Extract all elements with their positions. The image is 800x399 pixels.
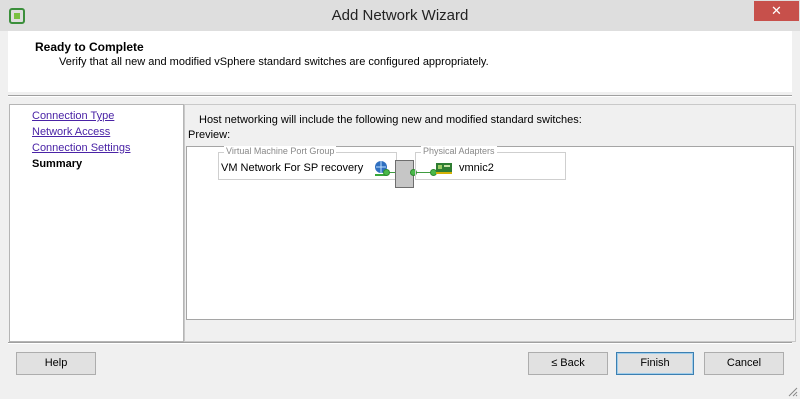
- nav-summary: Summary: [32, 158, 83, 170]
- vm-port-group-box: Virtual Machine Port Group VM Network Fo…: [218, 146, 397, 180]
- step-title: Ready to Complete: [35, 40, 144, 54]
- header-divider: [8, 95, 792, 97]
- wizard-header: Ready to Complete Verify that all new an…: [8, 31, 792, 92]
- cancel-button[interactable]: Cancel: [704, 352, 784, 375]
- vm-port-group-name: VM Network For SP recovery: [221, 162, 364, 174]
- window-title: Add Network Wizard: [331, 7, 469, 24]
- network-adapter-icon: [436, 163, 452, 174]
- help-button[interactable]: Help: [16, 352, 96, 375]
- close-button[interactable]: ✕: [754, 1, 799, 21]
- wizard-steps-nav: Connection Type Network Access Connectio…: [9, 104, 184, 342]
- add-network-wizard-window: Add Network Wizard ✕ Ready to Complete V…: [0, 0, 800, 399]
- physical-adapter-name: vmnic2: [459, 162, 494, 174]
- switch-preview: Virtual Machine Port Group VM Network Fo…: [186, 146, 794, 320]
- summary-panel: Host networking will include the followi…: [184, 104, 796, 342]
- title-bar[interactable]: Add Network Wizard ✕: [0, 0, 800, 31]
- preview-label: Preview:: [188, 129, 231, 141]
- physical-adapters-label: Physical Adapters: [421, 146, 497, 156]
- resize-grip-icon[interactable]: [786, 385, 798, 397]
- summary-intro: Host networking will include the followi…: [199, 114, 582, 126]
- back-button[interactable]: ≤ Back: [528, 352, 608, 375]
- step-description: Verify that all new and modified vSphere…: [59, 56, 489, 68]
- nav-connection-settings[interactable]: Connection Settings: [32, 142, 130, 154]
- connector-dot-left: [383, 169, 390, 176]
- vm-port-group-label: Virtual Machine Port Group: [224, 146, 337, 156]
- physical-adapters-box: Physical Adapters vmnic2: [415, 146, 566, 180]
- footer-divider: [8, 342, 792, 344]
- finish-button[interactable]: Finish: [616, 352, 694, 375]
- nav-network-access[interactable]: Network Access: [32, 126, 110, 138]
- nav-connection-type[interactable]: Connection Type: [32, 110, 114, 122]
